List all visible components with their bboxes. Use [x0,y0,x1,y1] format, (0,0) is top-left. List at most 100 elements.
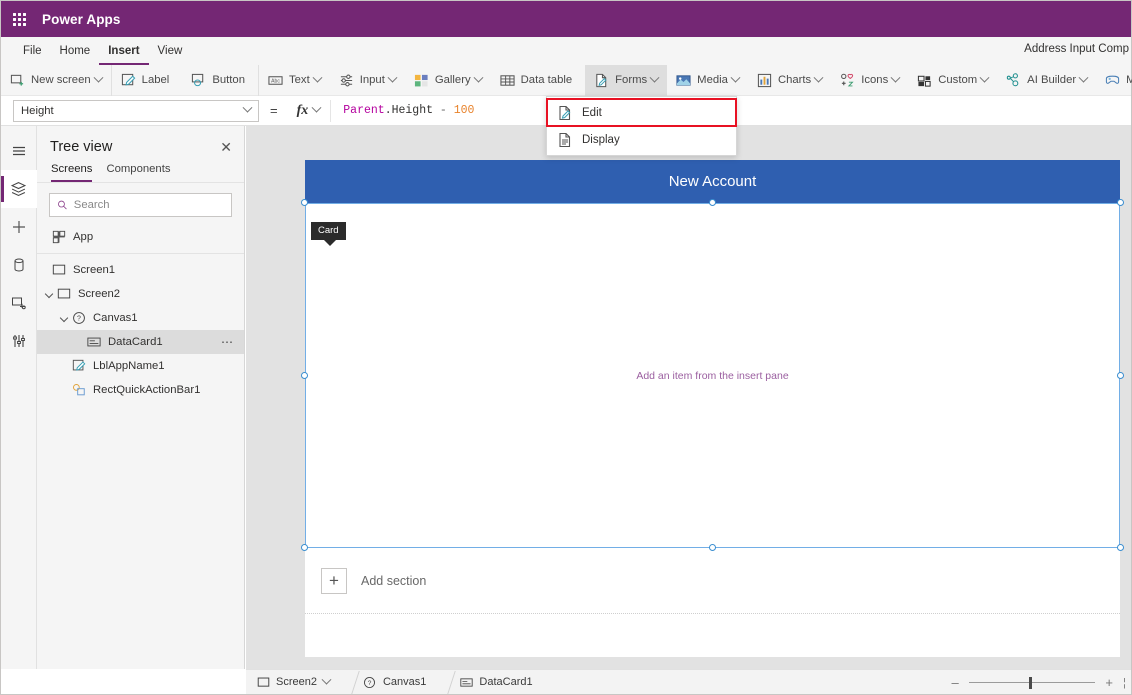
button-icon [191,73,206,88]
breadcrumb-screen2[interactable]: Screen2 [246,670,340,695]
forms-menu-item-edit[interactable]: Edit [546,98,737,127]
menu-item-view[interactable]: View [149,37,192,65]
chevron-down-icon [813,72,824,83]
zoom-in-button[interactable]: + [1103,675,1115,690]
ribbon-text[interactable]: Abc Text [259,65,330,96]
tree-node-canvas1[interactable]: ? Canvas1 [37,306,244,330]
waffle-grid-icon[interactable] [1,1,37,37]
zoom-control: – + ¦ [949,670,1126,695]
screen-icon [256,675,270,689]
chevron-down-icon[interactable] [321,674,332,685]
ribbon-input[interactable]: Input [330,65,405,96]
forms-icon [594,73,609,88]
ribbon-new-screen-label: New screen [31,74,91,86]
tree-node-datacard1-label: DataCard1 [108,336,163,348]
forms-menu-item-display[interactable]: Display [547,126,736,153]
tree-node-app-label: App [73,231,94,243]
ribbon-ai-builder[interactable]: AI Builder [997,65,1096,96]
ribbon-label-label: Label [141,74,170,86]
tree-search-box[interactable] [49,193,232,217]
svg-text:?: ? [77,316,81,323]
ribbon-media[interactable]: Media [667,65,748,96]
breadcrumb-screen2-label: Screen2 [276,676,317,688]
tree-node-rectquickactionbar1[interactable]: RectQuickActionBar1 [37,378,244,402]
ribbon-custom[interactable]: Custom [908,65,997,96]
ribbon-forms[interactable]: Forms [585,64,668,96]
tree-node-lblappname1[interactable]: LblAppName1 [37,354,244,378]
ribbon-new-screen[interactable]: New screen [1,64,112,96]
search-input[interactable] [73,199,224,211]
tree-node-datacard1[interactable]: DataCard1 ⋯ [37,330,244,354]
fx-dropdown[interactable]: fx [289,99,332,122]
breadcrumb-canvas1[interactable]: ? Canvas1 [353,670,436,695]
more-options-icon[interactable]: ⋯ [221,335,234,349]
tree-view-title: Tree view [50,139,113,155]
selection-handle-middle-right[interactable] [1117,372,1124,379]
power-apps-window: Power Apps File Home Insert View Address… [0,0,1132,695]
ribbon-charts[interactable]: Charts [748,65,831,96]
zoom-slider[interactable] [969,676,1096,689]
ribbon-input-label: Input [359,74,385,86]
menu-item-file[interactable]: File [14,37,51,65]
tab-components[interactable]: Components [106,163,170,182]
selection-handle-bottom-right[interactable] [1117,544,1124,551]
ribbon-mixed-reality-label: Mixed Reality [1126,74,1132,86]
tree-node-screen2-label: Screen2 [78,288,121,300]
status-overflow-icon[interactable]: ¦ [1123,677,1126,689]
expand-caret[interactable] [41,289,56,299]
menu-item-home[interactable]: Home [51,37,100,65]
selection-handle-bottom-center[interactable] [709,544,716,551]
canvas-area[interactable]: New Account Card Add an item from the in… [246,126,1131,669]
chevron-down-icon [1078,72,1089,83]
database-icon[interactable] [1,246,37,284]
ribbon-button[interactable]: Button [182,64,259,96]
breadcrumb-datacard1[interactable]: DataCard1 [449,670,542,695]
selection-handle-bottom-left[interactable] [301,544,308,551]
close-icon[interactable]: ✕ [220,140,232,154]
zoom-out-button[interactable]: – [949,675,961,690]
forms-dropdown-menu: Edit Display [546,96,737,156]
mixed-reality-icon [1105,73,1120,88]
selection-handle-top-right[interactable] [1117,199,1124,206]
chevron-down-icon [242,102,253,113]
chevron-down-icon [473,72,484,83]
ribbon-mixed-reality[interactable]: Mixed Reality [1096,65,1132,96]
media-library-icon[interactable] [1,284,37,322]
chevron-down-icon [311,102,322,113]
plus-icon[interactable]: + [321,567,347,594]
tree-node-screen1-label: Screen1 [73,264,116,276]
tree-node-app[interactable]: App [37,225,244,249]
add-section-row[interactable]: + Add section [305,548,1120,614]
advanced-settings-icon[interactable] [1,322,37,360]
hamburger-icon[interactable] [1,132,37,170]
empty-canvas-hint: Add an item from the insert pane [636,369,789,382]
datacard-selection[interactable]: Add an item from the insert pane [305,203,1120,548]
card-tooltip: Card [311,222,346,246]
tree-node-screen1[interactable]: Screen1 [37,258,244,282]
selection-handle-top-center[interactable] [709,199,716,206]
ribbon-icons[interactable]: Icons [831,65,908,96]
selection-handle-top-left[interactable] [301,199,308,206]
chevron-down-icon [890,72,901,83]
app-icon [51,229,67,245]
chevron-down-icon [312,72,323,83]
zoom-slider-thumb[interactable] [1029,676,1033,689]
property-selector[interactable]: Height [13,99,259,122]
custom-icon [917,73,932,88]
formula-token-property: .Height [384,104,433,117]
new-screen-icon [10,73,25,88]
ribbon-data-table[interactable]: Data table [491,65,586,96]
tree-node-screen2[interactable]: Screen2 [37,282,244,306]
display-form-icon [557,132,573,148]
ribbon-gallery[interactable]: Gallery [405,65,491,96]
expand-caret[interactable] [56,313,71,323]
selection-handle-middle-left[interactable] [301,372,308,379]
menu-item-insert[interactable]: Insert [99,37,149,65]
app-canvas[interactable]: New Account Card Add an item from the in… [301,160,1124,657]
formula-token-operator: - [439,104,447,117]
plus-insert-icon[interactable] [1,208,37,246]
ribbon-label[interactable]: Label [112,65,183,96]
tab-screens[interactable]: Screens [51,163,93,182]
ai-builder-icon [1006,72,1021,88]
tree-view-icon[interactable] [0,170,37,208]
